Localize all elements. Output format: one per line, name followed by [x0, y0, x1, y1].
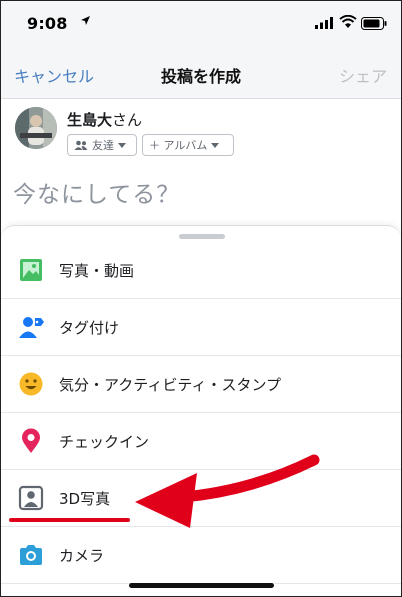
page-title: 投稿を作成	[160, 67, 241, 86]
status-bar: 9:08	[1, 1, 401, 47]
cancel-button[interactable]: キャンセル	[14, 63, 94, 87]
home-indicator[interactable]	[129, 583, 274, 588]
3d-photo-icon	[18, 485, 44, 511]
chevron-down-icon	[118, 142, 126, 148]
avatar[interactable]	[15, 107, 57, 149]
navigation-bar: キャンセル 投稿を作成 シェア	[1, 47, 401, 99]
share-button[interactable]: シェア	[339, 63, 387, 87]
chevron-down-icon	[211, 142, 220, 148]
tag-people-icon	[19, 317, 44, 338]
feeling-emoji-icon	[19, 372, 43, 396]
check-in-pin-icon	[22, 428, 40, 453]
menu-item-label: 3D写真	[59, 490, 111, 508]
menu-item-tag-people[interactable]: タグ付け	[1, 299, 401, 356]
wifi-icon	[339, 15, 357, 28]
status-time: 9:08	[27, 14, 68, 33]
menu-item-camera[interactable]: カメラ	[1, 527, 401, 584]
cellular-signal-icon	[315, 17, 333, 29]
menu-item-label: 写真・動画	[59, 262, 135, 280]
menu-item-label: タグ付け	[59, 319, 120, 337]
battery-icon	[361, 17, 387, 30]
menu-item-label: 気分・アクティビティ・スタンプ	[59, 376, 282, 394]
annotation-underline	[9, 518, 130, 522]
album-selector[interactable]: ＋ アルバム	[142, 134, 234, 156]
user-name: 生島大さん	[67, 109, 142, 130]
album-label: ＋ アルバム	[149, 139, 208, 152]
attachment-sheet: 写真・動画 タグ付け 気分・アクティビティ・スタンプ チェックイン 3D写真 カ…	[1, 225, 401, 596]
menu-item-photo-video[interactable]: 写真・動画	[1, 242, 401, 299]
user-name-text: 生島大	[67, 111, 113, 129]
menu-item-feeling-activity[interactable]: 気分・アクティビティ・スタンプ	[1, 356, 401, 413]
photo-video-icon	[20, 259, 42, 281]
post-text-input[interactable]: 今なにしてる？	[13, 175, 180, 209]
location-arrow-icon	[81, 16, 90, 25]
audience-label: 友達	[92, 139, 114, 152]
friends-icon	[74, 140, 88, 150]
audience-selector[interactable]: 友達	[67, 134, 137, 156]
camera-icon	[20, 545, 42, 565]
screenshot-frame: 9:08 キャンセル 投稿を作成 シェア 生島大さん 友達 ＋ アルバム 今なに…	[0, 0, 402, 597]
menu-item-check-in[interactable]: チェックイン	[1, 413, 401, 470]
menu-item-label: チェックイン	[59, 433, 150, 451]
menu-item-label: カメラ	[59, 547, 105, 565]
user-honorific: さん	[112, 111, 143, 129]
sheet-drag-handle[interactable]	[179, 234, 225, 239]
